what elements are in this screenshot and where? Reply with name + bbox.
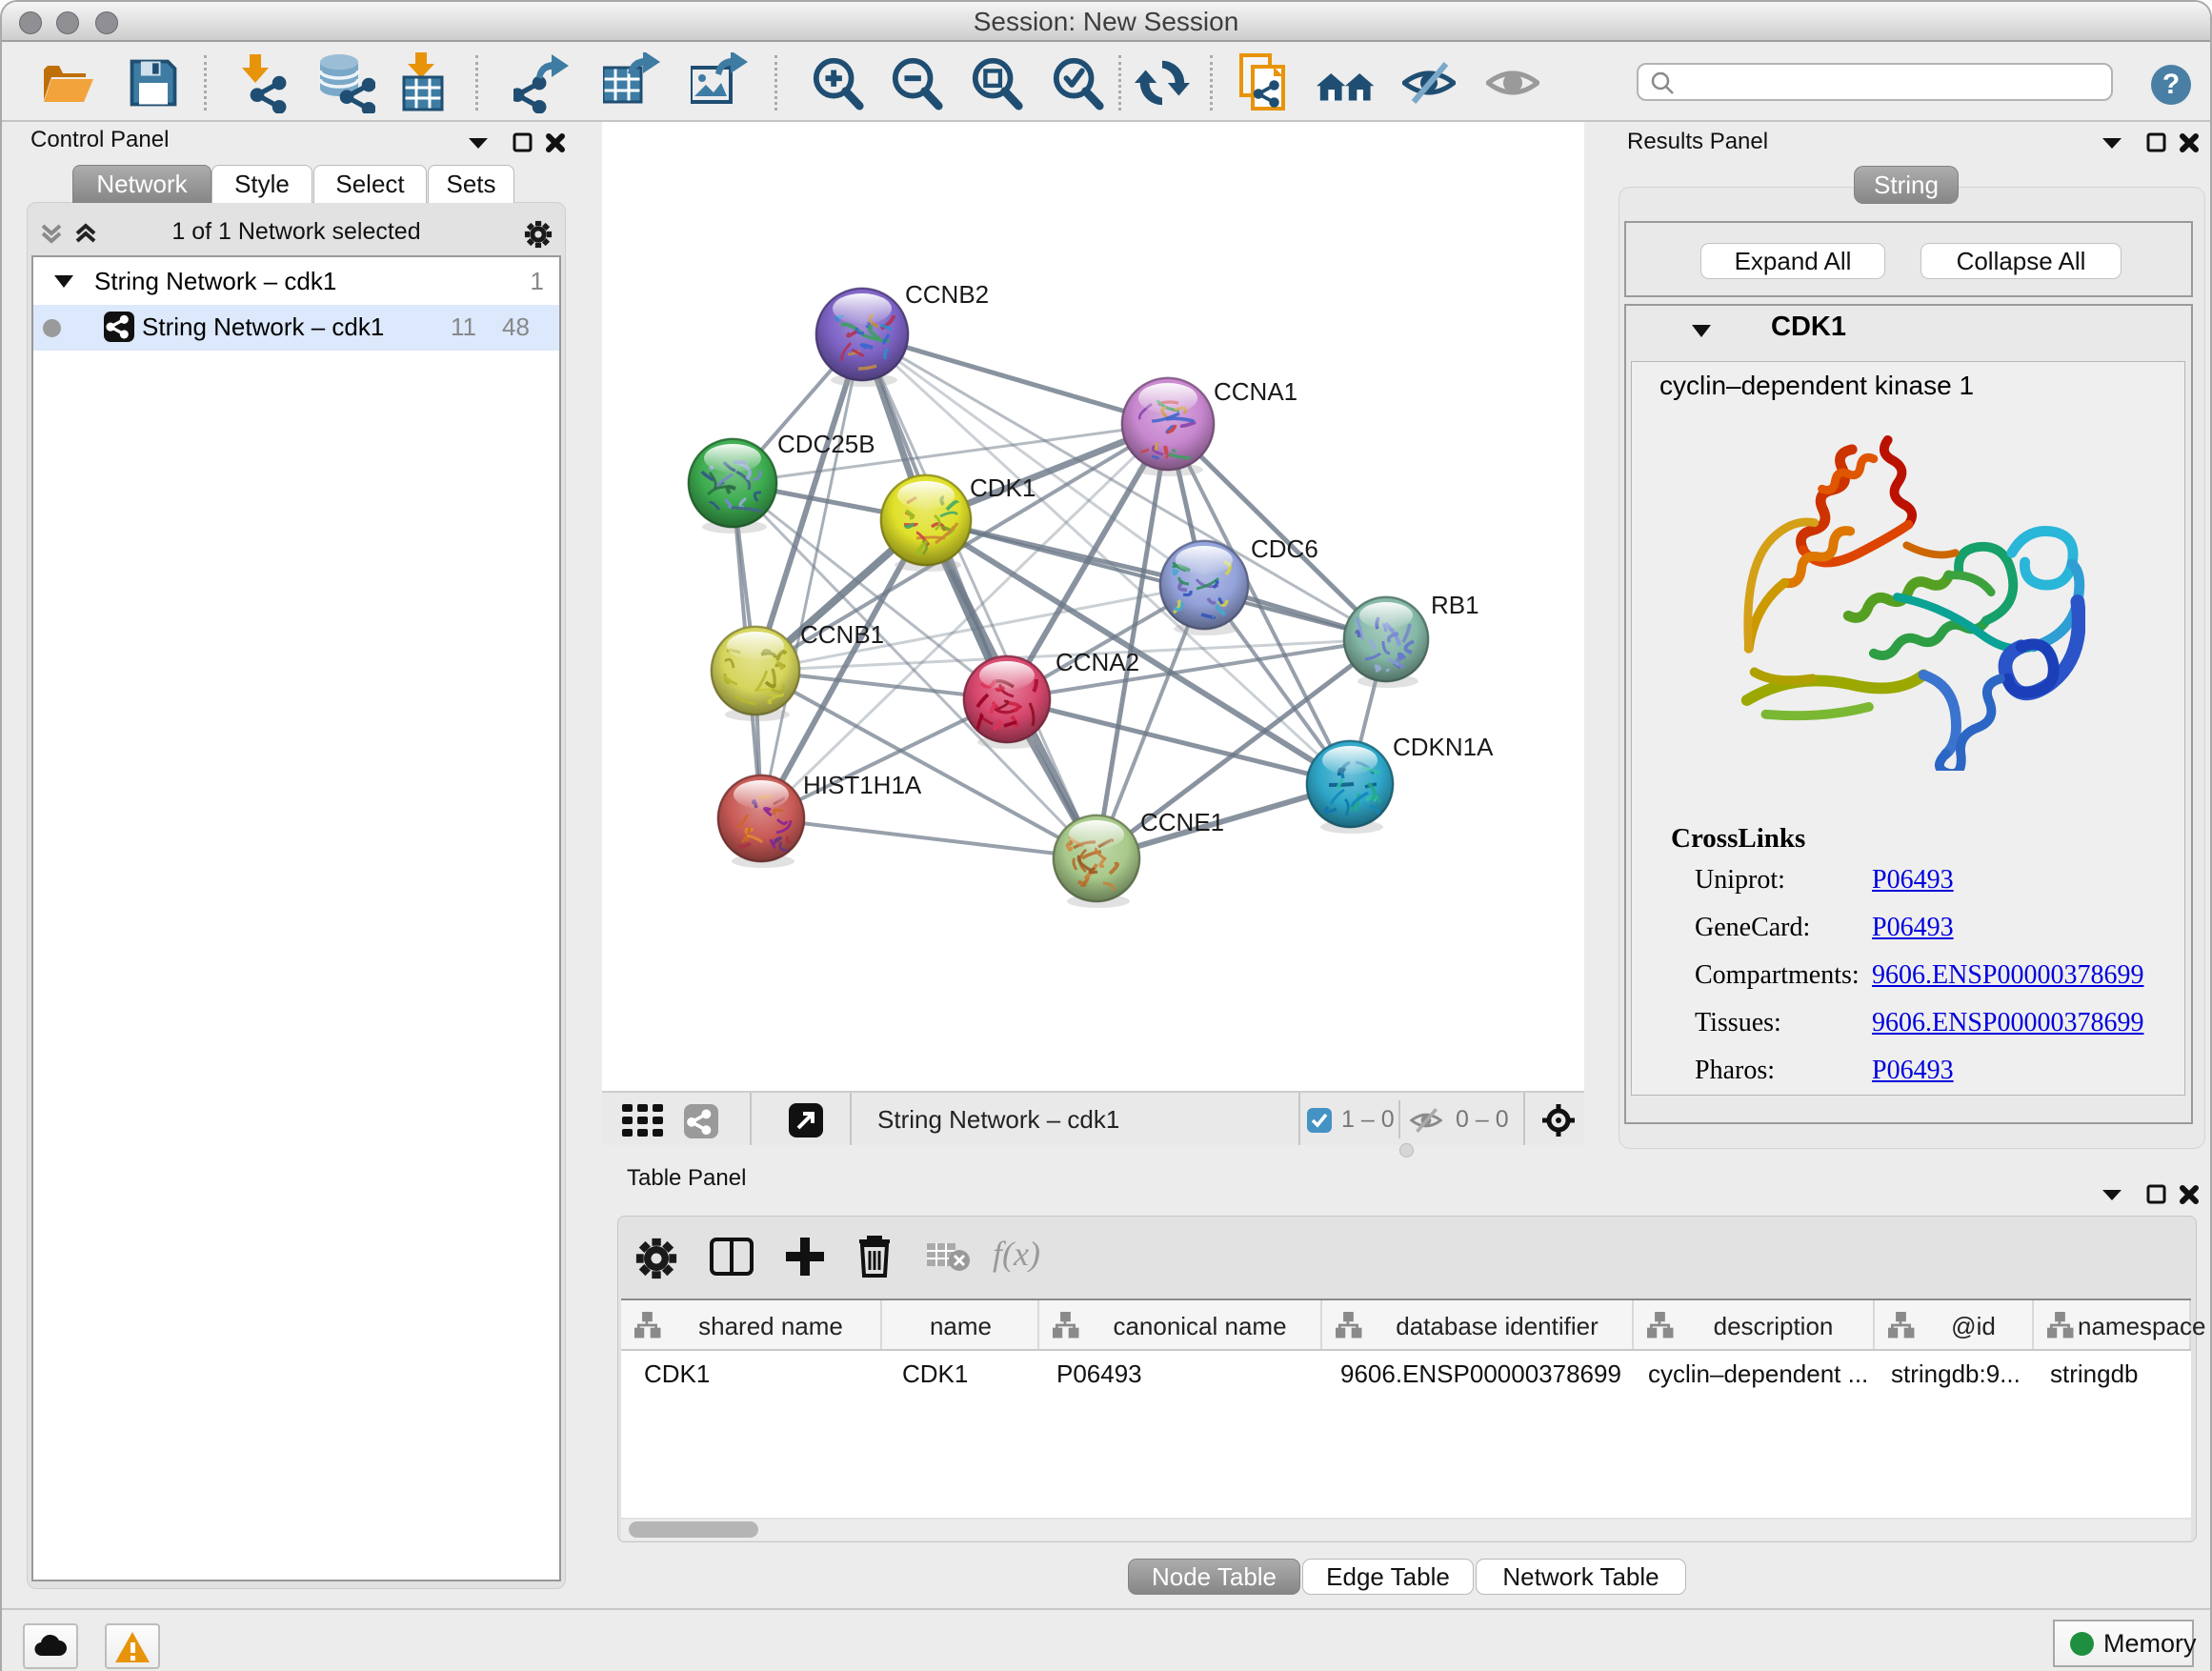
svg-text:CCNA1: CCNA1 bbox=[1214, 377, 1297, 406]
svg-text:HIST1H1A: HIST1H1A bbox=[803, 771, 922, 799]
svg-text:CCNE1: CCNE1 bbox=[1140, 808, 1224, 836]
svg-text:CDC25B: CDC25B bbox=[777, 430, 875, 458]
svg-text:CDC6: CDC6 bbox=[1251, 534, 1318, 563]
svg-text:RB1: RB1 bbox=[1431, 591, 1479, 619]
svg-text:CDK1: CDK1 bbox=[970, 473, 1036, 502]
svg-text:CCNA2: CCNA2 bbox=[1056, 648, 1139, 676]
svg-text:CCNB1: CCNB1 bbox=[800, 620, 884, 649]
svg-text:CCNB2: CCNB2 bbox=[905, 280, 989, 309]
svg-text:CDKN1A: CDKN1A bbox=[1393, 733, 1494, 761]
